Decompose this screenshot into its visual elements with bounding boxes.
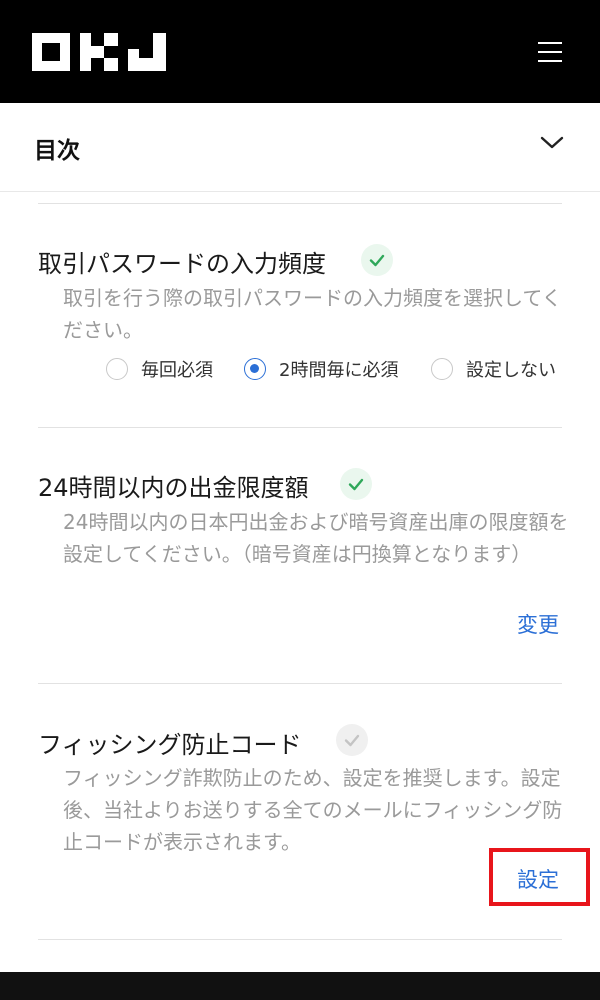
check-circle-icon (336, 724, 368, 756)
hamburger-menu-icon[interactable] (530, 36, 570, 68)
radio-every-2-hours[interactable] (244, 358, 266, 380)
check-circle-icon (340, 468, 372, 500)
bottom-bar (0, 972, 600, 1000)
section-divider (38, 203, 562, 204)
section-title-withdrawal-limit: 24時間以内の出金限度額 (38, 474, 309, 502)
top-navigation-bar (0, 0, 600, 103)
okj-logo-icon[interactable] (32, 33, 166, 71)
section-title-transaction-password: 取引パスワードの入力頻度 (38, 250, 326, 278)
radio-label-not-set[interactable]: 設定しない (466, 356, 556, 382)
radio-not-set[interactable] (431, 358, 453, 380)
radio-label-every-time[interactable]: 毎回必須 (141, 356, 213, 382)
radio-every-time[interactable] (106, 358, 128, 380)
radio-label-every-2-hours[interactable]: 2時間毎に必須 (279, 356, 398, 382)
change-withdrawal-limit-link[interactable]: 変更 (517, 609, 559, 639)
toc-title: 目次 (34, 138, 80, 164)
section-divider (38, 939, 562, 940)
table-of-contents-header[interactable]: 目次 (0, 103, 600, 192)
section-description-anti-phishing-code: フィッシング詐欺防止のため、設定を推奨します。設定後、当社よりお送りする全てのメ… (63, 766, 563, 854)
password-frequency-options: 毎回必須 2時間毎に必須 設定しない (0, 355, 600, 383)
check-circle-icon (361, 244, 393, 276)
section-divider (38, 683, 562, 684)
section-title-anti-phishing-code: フィッシング防止コード (38, 731, 302, 759)
highlight-box (489, 848, 590, 906)
section-description-transaction-password: 取引を行う際の取引パスワードの入力頻度を選択してください。 (63, 286, 562, 342)
section-divider (38, 427, 562, 428)
section-description-withdrawal-limit: 24時間以内の日本円出金および暗号資産出庫の限度額を設定してください。（暗号資産… (63, 510, 569, 566)
chevron-down-icon[interactable] (538, 132, 566, 152)
